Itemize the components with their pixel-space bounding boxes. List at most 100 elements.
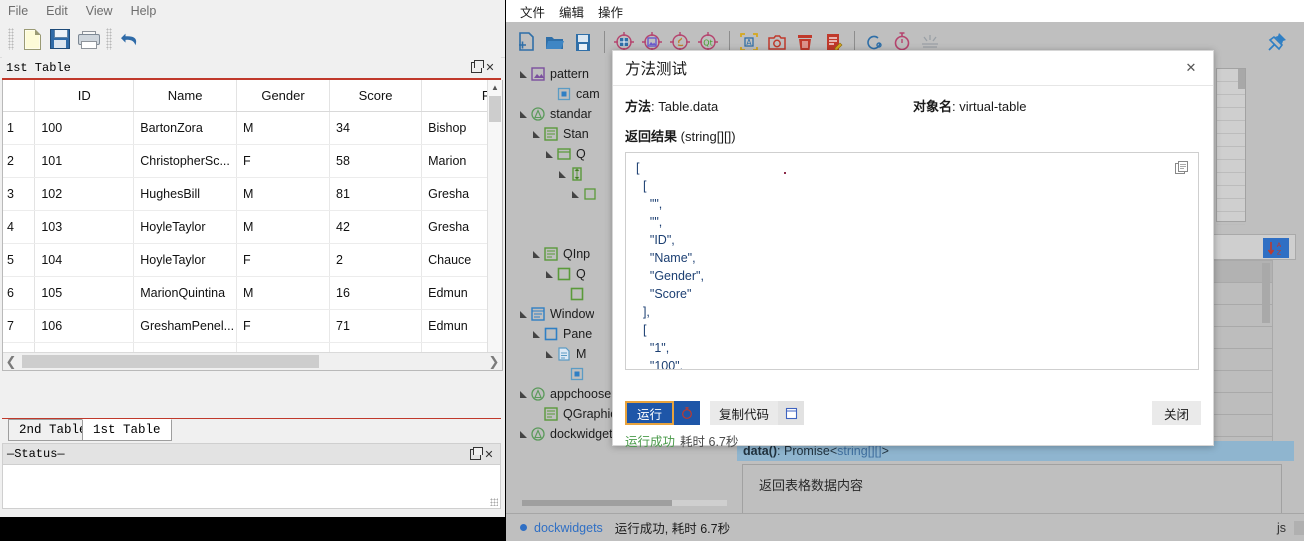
- cell-id[interactable]: 102: [35, 178, 134, 211]
- run-button[interactable]: 运行: [625, 401, 700, 425]
- sort-az-button[interactable]: A Z: [1263, 238, 1289, 258]
- dock-float-button[interactable]: [469, 61, 483, 75]
- open-folder-button[interactable]: [542, 29, 568, 55]
- cell-name[interactable]: BartonZora: [134, 112, 237, 145]
- run-timer-button[interactable]: [674, 401, 700, 425]
- menu-file[interactable]: File: [8, 4, 28, 18]
- new-file-button[interactable]: [514, 29, 540, 55]
- cell-id[interactable]: 106: [35, 310, 134, 343]
- list-item[interactable]: [1217, 134, 1245, 147]
- list-item[interactable]: [1217, 160, 1245, 173]
- undo-button[interactable]: [116, 25, 144, 53]
- new-document-button[interactable]: [18, 25, 46, 53]
- cell-name[interactable]: HoyleTaylor: [134, 244, 237, 277]
- cell-name[interactable]: ChristopherSc...: [134, 145, 237, 178]
- table-row[interactable]: 3102HughesBillM81Gresha: [3, 178, 502, 211]
- table-vertical-scrollbar[interactable]: ▲ ▼: [487, 80, 502, 370]
- list-item[interactable]: [1217, 108, 1245, 121]
- print-button[interactable]: [74, 25, 102, 53]
- col-header-index[interactable]: [3, 80, 35, 112]
- pin-button[interactable]: [1266, 31, 1288, 53]
- expand-arrow-icon[interactable]: [518, 389, 528, 399]
- cell-gender[interactable]: M: [237, 211, 330, 244]
- col-header-score[interactable]: Score: [330, 80, 422, 112]
- result-textarea[interactable]: [ [ "", "", "ID", "Name", "Gender", "Sco…: [625, 152, 1199, 370]
- resize-grip[interactable]: [490, 498, 498, 506]
- status-dock-close-button[interactable]: ✕: [482, 447, 496, 461]
- status-resize-handle[interactable]: [1294, 521, 1304, 535]
- toolbar-grip-2[interactable]: [106, 28, 112, 50]
- expand-arrow-icon[interactable]: [518, 109, 528, 119]
- table-row[interactable]: 2101ChristopherSc...F58Marion: [3, 145, 502, 178]
- list-item[interactable]: [1217, 186, 1245, 199]
- list-item[interactable]: [1217, 199, 1245, 212]
- tree-horizontal-scrollbar[interactable]: [522, 500, 727, 506]
- cell-gender[interactable]: F: [237, 145, 330, 178]
- list-item[interactable]: [1217, 173, 1245, 186]
- status-project[interactable]: dockwidgets: [534, 521, 603, 535]
- expand-arrow-icon[interactable]: [544, 269, 554, 279]
- table-row[interactable]: 1100BartonZoraM34Bishop: [3, 112, 502, 145]
- cell-score[interactable]: 71: [330, 310, 422, 343]
- mini-scroll-list[interactable]: [1216, 68, 1246, 222]
- cell-score[interactable]: 34: [330, 112, 422, 145]
- copy-code-button[interactable]: 复制代码: [710, 401, 804, 425]
- expand-arrow-icon[interactable]: [544, 349, 554, 359]
- tab-1st-table[interactable]: 1st Table: [82, 419, 172, 441]
- cell-gender[interactable]: F: [237, 244, 330, 277]
- cell-score[interactable]: 81: [330, 178, 422, 211]
- col-header-name[interactable]: Name: [134, 80, 237, 112]
- cell-score[interactable]: 16: [330, 277, 422, 310]
- hscroll-thumb[interactable]: [22, 355, 319, 368]
- scroll-up-icon[interactable]: ▲: [488, 80, 502, 94]
- cell-id[interactable]: 100: [35, 112, 134, 145]
- dialog-close-button[interactable]: 关闭: [1152, 401, 1201, 425]
- scroll-left-icon[interactable]: ❮: [3, 353, 19, 370]
- cell-id[interactable]: 105: [35, 277, 134, 310]
- ide-menu-file[interactable]: 文件: [520, 2, 545, 21]
- copy-code-icon-button[interactable]: [778, 401, 804, 425]
- cell-name[interactable]: GreshamPenel...: [134, 310, 237, 343]
- list-item[interactable]: [1217, 121, 1245, 134]
- expand-arrow-icon[interactable]: [531, 329, 541, 339]
- col-header-id[interactable]: ID: [35, 80, 134, 112]
- ide-menu-operation[interactable]: 操作: [598, 2, 623, 21]
- expand-arrow-icon[interactable]: [531, 129, 541, 139]
- table-horizontal-scrollbar[interactable]: ❮ ❯: [3, 352, 502, 370]
- copy-result-button[interactable]: [1174, 160, 1190, 176]
- col-header-gender[interactable]: Gender: [237, 80, 330, 112]
- table-row[interactable]: 4103HoyleTaylorM42Gresha: [3, 211, 502, 244]
- dialog-close-icon[interactable]: ✕: [1181, 58, 1201, 78]
- cell-score[interactable]: 2: [330, 244, 422, 277]
- list-item[interactable]: [1217, 212, 1245, 225]
- table-row[interactable]: 7106GreshamPenel...F71Edmun: [3, 310, 502, 343]
- cell-score[interactable]: 42: [330, 211, 422, 244]
- mini-list-scrollbar[interactable]: [1238, 69, 1245, 89]
- dock-close-button[interactable]: ✕: [483, 61, 497, 75]
- cell-gender[interactable]: M: [237, 178, 330, 211]
- cell-id[interactable]: 101: [35, 145, 134, 178]
- list-item[interactable]: [1217, 147, 1245, 160]
- menu-view[interactable]: View: [86, 4, 113, 18]
- table-row[interactable]: 5104HoyleTaylorF2Chauce: [3, 244, 502, 277]
- status-language[interactable]: js: [1277, 521, 1286, 535]
- table-row[interactable]: 6105MarionQuintinaM16Edmun: [3, 277, 502, 310]
- expand-arrow-icon[interactable]: [531, 249, 541, 259]
- expand-arrow-icon[interactable]: [518, 309, 528, 319]
- cell-id[interactable]: 103: [35, 211, 134, 244]
- method-list-scrollbar[interactable]: [1262, 263, 1270, 323]
- list-item[interactable]: [1217, 95, 1245, 108]
- save-file-button[interactable]: [570, 29, 596, 55]
- cell-gender[interactable]: M: [237, 112, 330, 145]
- status-dock-float-button[interactable]: [468, 447, 482, 461]
- vscroll-thumb[interactable]: [489, 96, 501, 122]
- cell-name[interactable]: MarionQuintina: [134, 277, 237, 310]
- expand-arrow-icon[interactable]: [570, 189, 580, 199]
- cell-gender[interactable]: M: [237, 277, 330, 310]
- menu-help[interactable]: Help: [131, 4, 157, 18]
- cell-gender[interactable]: F: [237, 310, 330, 343]
- expand-arrow-icon[interactable]: [518, 429, 528, 439]
- expand-arrow-icon[interactable]: [544, 149, 554, 159]
- expand-arrow-icon[interactable]: [557, 169, 567, 179]
- cell-score[interactable]: 58: [330, 145, 422, 178]
